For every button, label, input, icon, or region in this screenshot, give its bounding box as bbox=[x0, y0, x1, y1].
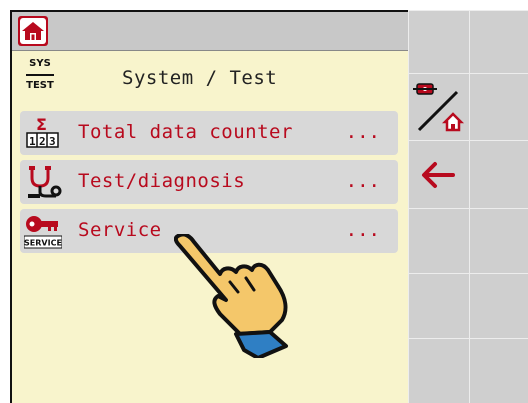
home-button[interactable] bbox=[18, 16, 48, 46]
softkey-1-right[interactable] bbox=[469, 10, 528, 73]
badge-divider bbox=[26, 74, 54, 76]
menu-item-ellipsis: ... bbox=[345, 121, 380, 143]
menu-item-ellipsis: ... bbox=[345, 219, 380, 241]
softkey-5-right[interactable] bbox=[469, 273, 528, 338]
softkey-3-right[interactable] bbox=[469, 140, 528, 208]
svg-text:1: 1 bbox=[29, 135, 36, 148]
back-button[interactable] bbox=[408, 140, 469, 208]
service-icon-caption: SERVICE bbox=[24, 239, 62, 248]
service-key-icon: SERVICE bbox=[24, 216, 62, 249]
menu-item-test-diagnosis[interactable]: Test/diagnosis ... bbox=[20, 160, 398, 204]
sigma-counter-icon: Σ 1 2 3 bbox=[26, 115, 59, 148]
home-icon bbox=[20, 18, 46, 44]
svg-text:2: 2 bbox=[39, 135, 46, 148]
top-bar bbox=[12, 12, 408, 51]
sys-test-badge: SYS TEST bbox=[26, 57, 54, 97]
back-arrow-icon bbox=[422, 162, 455, 188]
menu-item-ellipsis: ... bbox=[345, 170, 380, 192]
machine-home-toggle-button[interactable] bbox=[408, 73, 469, 140]
softkey-6[interactable] bbox=[408, 338, 469, 403]
sys-badge-text: SYS bbox=[29, 58, 51, 69]
page-title: System / Test bbox=[122, 67, 278, 89]
softkey-4-right[interactable] bbox=[469, 208, 528, 273]
menu-item-label: Service bbox=[78, 219, 162, 241]
softkey-panel bbox=[408, 10, 528, 403]
softkey-2-right[interactable] bbox=[469, 73, 528, 140]
menu-item-label: Total data counter bbox=[78, 121, 293, 143]
test-badge-text: TEST bbox=[26, 80, 54, 91]
svg-text:Σ: Σ bbox=[36, 115, 47, 134]
menu-item-total-data-counter[interactable]: Σ 1 2 3 Total data counter ... bbox=[20, 111, 398, 155]
softkey-1[interactable] bbox=[408, 10, 469, 73]
menu-item-label: Test/diagnosis bbox=[78, 170, 246, 192]
stethoscope-icon bbox=[28, 166, 62, 198]
svg-text:3: 3 bbox=[49, 135, 56, 148]
main-screen: SYS TEST System / Test Σ 1 2 3 Total dat… bbox=[10, 10, 408, 403]
softkey-5[interactable] bbox=[408, 273, 469, 338]
softkey-4[interactable] bbox=[408, 208, 469, 273]
machine-home-toggle-icon bbox=[413, 83, 465, 132]
terminal-frame: SYS TEST System / Test Σ 1 2 3 Total dat… bbox=[0, 0, 528, 403]
softkey-6-right[interactable] bbox=[469, 338, 528, 403]
pointing-hand-icon bbox=[174, 234, 288, 358]
title-bar: SYS TEST System / Test bbox=[12, 51, 408, 105]
